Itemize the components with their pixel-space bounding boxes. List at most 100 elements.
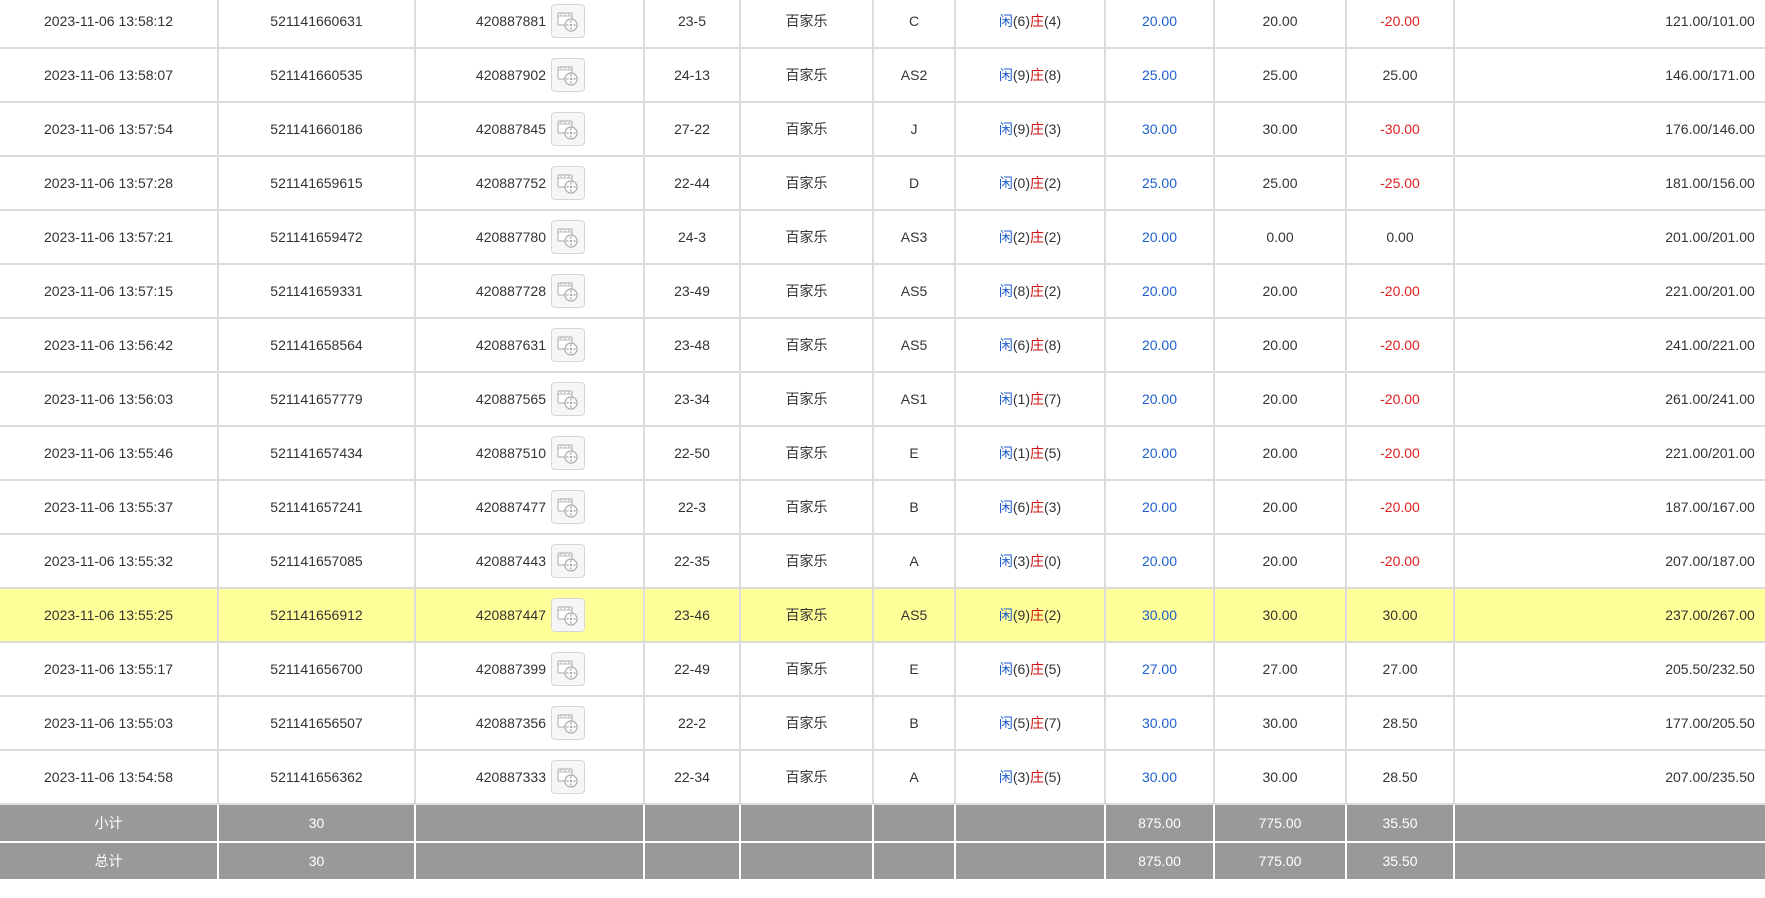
table-row: 2023-11-06 13:56:03 521141657779 4208875… bbox=[0, 372, 1765, 427]
round-number-cell: 22-3 bbox=[644, 480, 741, 535]
total-bet-cell: 875.00 bbox=[1105, 842, 1215, 881]
banker-points: (0) bbox=[1044, 553, 1062, 569]
order-number-cell: 521141657779 bbox=[218, 372, 416, 427]
video-replay-icon bbox=[557, 66, 578, 86]
wager-id-cell: 420887631 bbox=[415, 318, 645, 373]
game-type-cell: 百家乐 bbox=[740, 642, 874, 697]
replay-button[interactable] bbox=[551, 112, 585, 146]
banker-points: (3) bbox=[1044, 121, 1062, 137]
order-number-cell: 521141657434 bbox=[218, 426, 416, 481]
wager-id: 420887845 bbox=[475, 121, 546, 137]
empty-cell bbox=[740, 842, 874, 881]
replay-button[interactable] bbox=[551, 58, 585, 92]
video-replay-icon bbox=[557, 174, 578, 194]
banker-points: (2) bbox=[1044, 175, 1062, 191]
banker-label: 庄 bbox=[1030, 445, 1044, 461]
bet-amount-cell: 20.00 bbox=[1105, 426, 1215, 481]
player-label: 闲 bbox=[998, 13, 1013, 29]
replay-button[interactable] bbox=[551, 436, 585, 470]
wager-id-cell: 420887399 bbox=[415, 642, 645, 697]
bet-amount-cell: 30.00 bbox=[1105, 750, 1215, 805]
order-number-cell: 521141657085 bbox=[218, 534, 416, 589]
player-points: (1) bbox=[1012, 391, 1030, 407]
replay-button[interactable] bbox=[551, 382, 585, 416]
replay-button[interactable] bbox=[551, 706, 585, 740]
game-type-cell: 百家乐 bbox=[740, 264, 874, 319]
wager-id: 420887752 bbox=[475, 175, 546, 191]
replay-button[interactable] bbox=[551, 166, 585, 200]
video-replay-icon bbox=[557, 444, 578, 464]
wager-id: 420887510 bbox=[475, 445, 546, 461]
replay-button[interactable] bbox=[551, 598, 585, 632]
replay-button[interactable] bbox=[551, 4, 585, 38]
table-name-cell: C bbox=[873, 0, 956, 49]
bet-time-cell: 2023-11-06 13:56:03 bbox=[0, 372, 219, 427]
banker-label: 庄 bbox=[1030, 229, 1044, 245]
bet-amount-cell: 25.00 bbox=[1105, 156, 1215, 211]
valid-bet-cell: 20.00 bbox=[1214, 480, 1347, 535]
game-type-cell: 百家乐 bbox=[740, 0, 874, 49]
win-loss-cell: -20.00 bbox=[1346, 0, 1455, 49]
player-points: (3) bbox=[1012, 769, 1030, 785]
wager-id-cell: 420887780 bbox=[415, 210, 645, 265]
replay-button[interactable] bbox=[551, 274, 585, 308]
replay-button[interactable] bbox=[551, 490, 585, 524]
bet-time-cell: 2023-11-06 13:55:25 bbox=[0, 588, 219, 643]
video-replay-icon bbox=[557, 390, 578, 410]
result-cell: 闲(9)庄(2) bbox=[955, 588, 1106, 643]
bet-amount-cell: 20.00 bbox=[1105, 318, 1215, 373]
player-points: (0) bbox=[1012, 175, 1030, 191]
video-replay-icon bbox=[557, 498, 578, 518]
balance-cell: 261.00/241.00 bbox=[1454, 372, 1765, 427]
banker-label: 庄 bbox=[1030, 553, 1044, 569]
player-points: (8) bbox=[1012, 283, 1030, 299]
result-cell: 闲(6)庄(8) bbox=[955, 318, 1106, 373]
player-label: 闲 bbox=[998, 175, 1013, 191]
round-number-cell: 24-3 bbox=[644, 210, 741, 265]
bet-amount-cell: 30.00 bbox=[1105, 102, 1215, 157]
player-label: 闲 bbox=[998, 499, 1013, 515]
game-type-cell: 百家乐 bbox=[740, 102, 874, 157]
banker-points: (8) bbox=[1044, 337, 1062, 353]
valid-bet-cell: 0.00 bbox=[1214, 210, 1347, 265]
valid-bet-cell: 30.00 bbox=[1214, 102, 1347, 157]
replay-button[interactable] bbox=[551, 544, 585, 578]
banker-label: 庄 bbox=[1030, 13, 1044, 29]
wager-id: 420887728 bbox=[475, 283, 546, 299]
banker-points: (3) bbox=[1044, 499, 1062, 515]
table-row: 2023-11-06 13:55:25 521141656912 4208874… bbox=[0, 588, 1765, 643]
order-number-cell: 521141656507 bbox=[218, 696, 416, 751]
banker-points: (7) bbox=[1044, 715, 1062, 731]
game-type-cell: 百家乐 bbox=[740, 210, 874, 265]
empty-cell bbox=[873, 804, 956, 843]
banker-points: (7) bbox=[1044, 391, 1062, 407]
table-row: 2023-11-06 13:57:28 521141659615 4208877… bbox=[0, 156, 1765, 211]
round-number-cell: 23-34 bbox=[644, 372, 741, 427]
banker-points: (4) bbox=[1044, 13, 1062, 29]
valid-bet-cell: 30.00 bbox=[1214, 750, 1347, 805]
video-replay-icon bbox=[557, 552, 578, 572]
bet-time-cell: 2023-11-06 13:55:03 bbox=[0, 696, 219, 751]
game-type-cell: 百家乐 bbox=[740, 372, 874, 427]
banker-label: 庄 bbox=[1030, 661, 1044, 677]
bet-time-cell: 2023-11-06 13:55:17 bbox=[0, 642, 219, 697]
empty-cell bbox=[1454, 804, 1765, 843]
replay-button[interactable] bbox=[551, 760, 585, 794]
bet-amount-cell: 30.00 bbox=[1105, 588, 1215, 643]
replay-button[interactable] bbox=[551, 328, 585, 362]
round-number-cell: 23-5 bbox=[644, 0, 741, 49]
video-replay-icon bbox=[557, 228, 578, 248]
result-cell: 闲(2)庄(2) bbox=[955, 210, 1106, 265]
table-name-cell: A bbox=[873, 750, 956, 805]
player-points: (6) bbox=[1012, 13, 1030, 29]
valid-bet-cell: 20.00 bbox=[1214, 0, 1347, 49]
valid-bet-cell: 30.00 bbox=[1214, 588, 1347, 643]
replay-button[interactable] bbox=[551, 652, 585, 686]
total-bet-cell: 875.00 bbox=[1105, 804, 1215, 843]
player-label: 闲 bbox=[998, 121, 1013, 137]
video-replay-icon bbox=[557, 336, 578, 356]
wager-id-cell: 420887356 bbox=[415, 696, 645, 751]
empty-cell bbox=[740, 804, 874, 843]
banker-label: 庄 bbox=[1030, 67, 1044, 83]
replay-button[interactable] bbox=[551, 220, 585, 254]
